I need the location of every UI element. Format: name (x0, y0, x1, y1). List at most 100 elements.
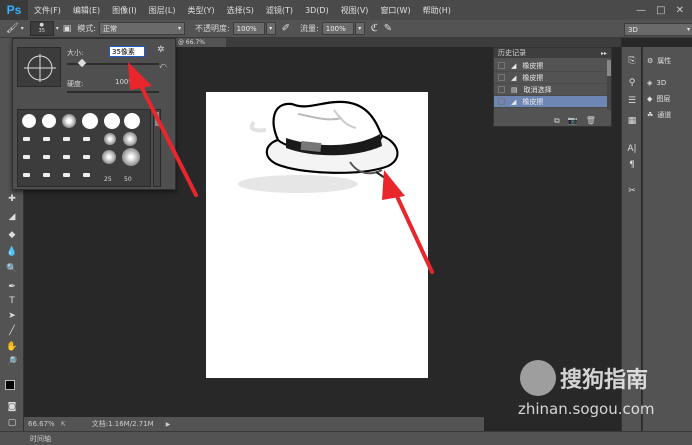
brush-preset-mini[interactable] (43, 173, 50, 177)
status-menu-arrow-icon[interactable]: ▶ (166, 421, 171, 428)
snapshot-checkbox[interactable] (498, 74, 505, 81)
brush-preset-soft-5[interactable] (102, 150, 116, 164)
pressure-opacity-icon[interactable]: ✐ (282, 23, 290, 34)
menu-image[interactable]: 图像(I) (106, 5, 143, 16)
brush-preset-mini[interactable] (63, 173, 70, 177)
snapshot-checkbox[interactable] (498, 98, 505, 105)
line-tool-icon[interactable]: ╱ (4, 324, 20, 338)
path-selection-icon[interactable]: ➤ (4, 309, 20, 323)
new-document-from-state-icon[interactable]: ⧉ (554, 116, 560, 126)
hand-tool-icon[interactable]: ✋ (4, 340, 20, 354)
dock-item-properties[interactable]: ⚙ 属性 (647, 55, 671, 67)
brush-preset-hard[interactable] (42, 114, 56, 128)
tool-presets-icon[interactable]: ✂ (625, 185, 639, 197)
brush-preset-hard-4[interactable] (124, 113, 140, 129)
foreground-color-swatch[interactable] (5, 380, 15, 390)
pen-tool-icon[interactable]: ✒ (4, 280, 20, 294)
layer-comps-icon[interactable]: ▦ (625, 115, 639, 127)
menu-edit[interactable]: 编辑(E) (67, 5, 106, 16)
mode-select[interactable]: 正常 ▾ (98, 22, 185, 35)
panel-collapse-icon[interactable]: ▸▸ (601, 50, 607, 57)
history-item-selected[interactable]: ◢ 橡皮擦 (494, 96, 611, 108)
brush-preset-soft[interactable] (22, 114, 36, 128)
zoom-level[interactable]: 66.67% (28, 420, 55, 428)
export-icon[interactable]: ⇱ (61, 421, 66, 428)
brush-preset-scrollbar[interactable] (153, 109, 161, 187)
scrollbar-thumb[interactable] (155, 112, 159, 126)
history-panel-title[interactable]: 历史记录 (498, 48, 526, 58)
properties-sliders-icon[interactable]: ☰ (625, 95, 639, 107)
brush-preset-hard-2[interactable] (82, 113, 98, 129)
menu-file[interactable]: 文件(F) (28, 5, 67, 16)
scrollbar-thumb[interactable] (607, 60, 611, 76)
brush-preset-mini[interactable] (23, 155, 30, 159)
eraser-tool-icon[interactable]: ◢ (4, 210, 20, 224)
brush-picker-chevron-icon[interactable]: ▾ (56, 25, 59, 32)
document-tab[interactable]: @ 66.7% (176, 38, 226, 47)
menu-select[interactable]: 选择(S) (221, 5, 260, 16)
menu-help[interactable]: 帮助(H) (417, 5, 457, 16)
type-tool-icon[interactable]: T (4, 294, 20, 308)
dock-item-channels[interactable]: ☘ 通道 (647, 109, 671, 121)
brush-preset-mini[interactable] (63, 155, 70, 159)
brush-angle-preview[interactable] (17, 47, 61, 87)
opacity-field[interactable]: 100% (232, 22, 265, 35)
brush-preset-mini[interactable] (83, 155, 90, 159)
gear-icon[interactable]: ✲ (157, 45, 165, 55)
brush-preset-hard-3[interactable] (104, 113, 120, 129)
brush-size-picker[interactable]: ● 35 (29, 21, 54, 36)
menu-3d[interactable]: 3D(D) (299, 6, 335, 15)
dock-item-3d[interactable]: ◈ 3D (647, 77, 666, 89)
trash-icon[interactable]: 🗑 (586, 116, 596, 126)
brush-preset-mini[interactable] (43, 155, 50, 159)
history-item[interactable]: ▤ 取消选择 (494, 84, 611, 96)
zoom-tool-icon[interactable]: 🔎 (4, 355, 20, 369)
adjustments-icon[interactable]: ⚲ (625, 77, 639, 89)
quick-mask-icon[interactable]: ◙ (4, 400, 20, 414)
brush-preset-mini[interactable] (23, 173, 30, 177)
brush-panel-toggle-icon[interactable]: ▣ (63, 24, 72, 34)
menu-filter[interactable]: 滤镜(T) (260, 5, 299, 16)
document-canvas[interactable] (206, 92, 428, 378)
hardness-slider[interactable] (67, 91, 159, 93)
close-icon[interactable]: ✕ (676, 5, 684, 16)
history-panel-icon[interactable]: ⎘ (625, 55, 639, 67)
menu-layer[interactable]: 图层(L) (143, 5, 182, 16)
flow-slider-toggle[interactable]: ▾ (354, 22, 365, 35)
flow-field[interactable]: 100% (321, 22, 354, 35)
menu-window[interactable]: 窗口(W) (374, 5, 416, 16)
airbrush-icon[interactable]: ℭ (371, 23, 378, 34)
workspace-select[interactable]: 3D ▾ (624, 23, 692, 36)
menu-view[interactable]: 视图(V) (335, 5, 375, 16)
opacity-slider-toggle[interactable]: ▾ (265, 22, 276, 35)
tool-preset-chevron-icon[interactable]: ▾ (21, 25, 24, 32)
camera-icon[interactable]: 📷 (568, 116, 578, 126)
brush-preset-mini[interactable] (43, 137, 50, 141)
character-icon[interactable]: A| (625, 143, 639, 155)
brush-preset-soft-3[interactable] (104, 133, 116, 145)
brush-preset-mini[interactable] (23, 137, 30, 141)
blur-tool-icon[interactable]: 💧 (4, 245, 20, 259)
history-item[interactable]: ◢ 橡皮擦 (494, 60, 611, 72)
timeline-tab[interactable]: 时间轴 (30, 434, 51, 444)
dodge-tool-icon[interactable]: 🔍 (4, 262, 20, 276)
size-slider-handle[interactable] (77, 58, 87, 68)
healing-brush-icon[interactable]: ✚ (4, 192, 20, 206)
brush-preset-mini[interactable] (63, 137, 70, 141)
brush-preset-soft-4[interactable] (123, 132, 137, 146)
brush-preset-mini[interactable] (83, 173, 90, 177)
screen-mode-icon[interactable]: ▢ (4, 416, 20, 430)
brush-preset-mini[interactable] (83, 137, 90, 141)
menu-type[interactable]: 类型(Y) (181, 5, 220, 16)
minimize-icon[interactable]: — (636, 5, 646, 16)
paint-bucket-icon[interactable]: ◆ (4, 228, 20, 242)
snapshot-checkbox[interactable] (498, 86, 505, 93)
history-item[interactable]: ◢ 橡皮擦 (494, 72, 611, 84)
brush-size-field[interactable]: 35像素 (109, 46, 145, 57)
paragraph-icon[interactable]: ¶ (625, 159, 639, 171)
brush-preset-soft-2[interactable] (62, 114, 76, 128)
dock-item-layers[interactable]: ◆ 图层 (647, 93, 670, 105)
maximize-icon[interactable]: □ (656, 5, 665, 16)
brush-tool-icon[interactable]: 🖌 (6, 23, 19, 34)
hardness-field[interactable]: 100% (105, 77, 135, 87)
